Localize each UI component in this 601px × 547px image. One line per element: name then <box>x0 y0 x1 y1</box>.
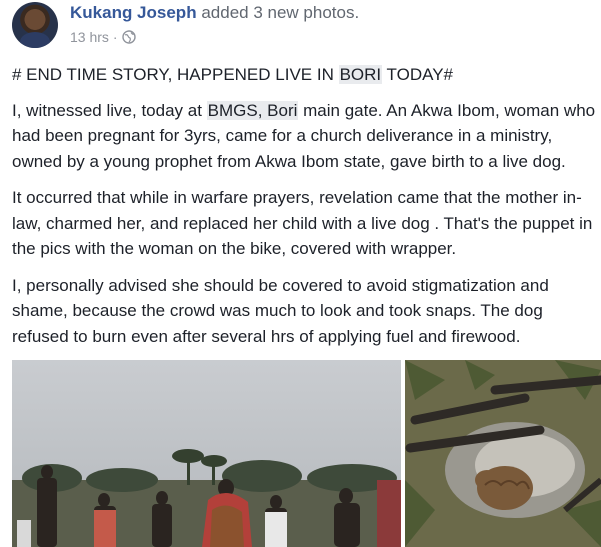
burnt-dog-photo[interactable] <box>405 360 601 547</box>
post-header-line: Kukang Joseph added 3 new photos. <box>70 3 359 23</box>
place-bmgs-bori-link[interactable]: BMGS, Bori <box>206 100 299 120</box>
meta-separator: · <box>112 29 118 45</box>
post-body: # END TIME STORY, HAPPENED LIVE IN BORI … <box>12 62 596 360</box>
hashtag-bori-link[interactable]: BORI <box>338 65 383 84</box>
post-title-prefix: # END TIME STORY, HAPPENED LIVE IN <box>12 65 339 84</box>
post-paragraph-1: I, witnessed live, today at BMGS, Bori m… <box>12 98 596 175</box>
author-name-link[interactable]: Kukang Joseph <box>70 3 197 22</box>
post-paragraph-3: I, personally advised she should be cove… <box>12 275 549 346</box>
post-timestamp[interactable]: 13 hrs <box>70 29 109 45</box>
photo-grid <box>12 360 601 547</box>
post-paragraph-2: It occurred that while in warfare prayer… <box>12 188 593 258</box>
post-header: Kukang Joseph added 3 new photos. 13 hrs… <box>12 2 592 48</box>
post-title: # END TIME STORY, HAPPENED LIVE IN BORI … <box>12 62 596 88</box>
post-title-suffix: TODAY# <box>382 65 454 84</box>
author-avatar[interactable] <box>12 2 58 48</box>
globe-icon[interactable] <box>121 30 136 44</box>
crowd-photo[interactable] <box>12 360 401 547</box>
post-meta: 13 hrs · <box>70 29 136 45</box>
post-action-text: added 3 new photos. <box>201 3 360 22</box>
paragraph-1-prefix: I, witnessed live, today at <box>12 100 207 120</box>
